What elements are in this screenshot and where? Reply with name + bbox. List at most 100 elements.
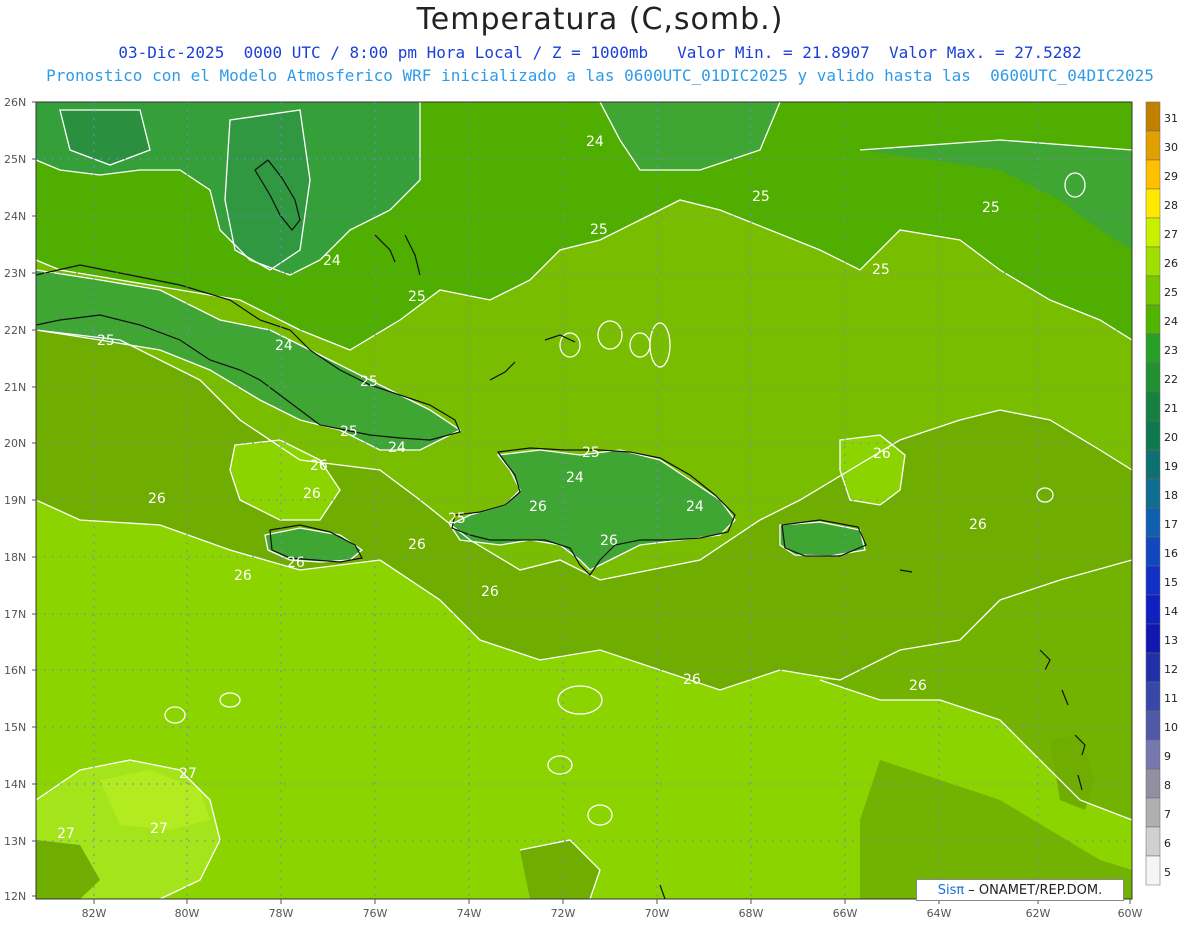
lon-label: 60W	[1118, 907, 1143, 920]
lat-label: 20N	[4, 437, 26, 450]
lon-label: 68W	[739, 907, 764, 920]
colorbar-swatch	[1145, 478, 1161, 509]
colorbar-label: 13	[1164, 634, 1178, 647]
lat-label: 13N	[4, 835, 26, 848]
lon-label: 82W	[82, 907, 107, 920]
colorbar-label: 16	[1164, 547, 1178, 560]
contour-label: 24	[586, 134, 604, 150]
lat-label: 23N	[4, 267, 26, 280]
colorbar-label: 28	[1164, 199, 1178, 212]
contour-label: 26	[600, 533, 618, 549]
credit-text: – ONAMET/REP.DOM.	[968, 882, 1103, 898]
colorbar-label: 5	[1164, 866, 1171, 879]
lat-label: 17N	[4, 608, 26, 621]
colorbar-label: 22	[1164, 373, 1178, 386]
contour-label: 26	[969, 517, 987, 533]
colorbar-swatch	[1145, 652, 1161, 683]
colorbar-label: 29	[1164, 170, 1178, 183]
colorbar-label: 14	[1164, 605, 1178, 618]
colorbar-swatch	[1145, 536, 1161, 567]
colorbar-swatch	[1145, 188, 1161, 219]
contour-label: 26	[909, 678, 927, 694]
lat-label: 21N	[4, 381, 26, 394]
colorbar-swatch	[1145, 217, 1161, 248]
colorbar-swatch	[1145, 130, 1161, 161]
colorbar-swatch	[1145, 159, 1161, 190]
colorbar-swatch	[1145, 362, 1161, 393]
colorbar-label: 26	[1164, 257, 1178, 270]
temperature-map: 24 25 25 25 25 24 25 25 24 25 24 26 26 2…	[4, 96, 1178, 920]
contour-label: 25	[752, 189, 770, 205]
lon-axis-labels: 82W 80W 78W 76W 74W 72W 70W 68W 66W 64W …	[82, 907, 1143, 920]
contour-label: 25	[982, 200, 1000, 216]
sispi-logo: Sisπ	[937, 882, 965, 898]
colorbar-swatch	[1145, 507, 1161, 538]
contour-label: 25	[872, 262, 890, 278]
lat-label: 15N	[4, 721, 26, 734]
lon-label: 64W	[927, 907, 952, 920]
colorbar-swatch	[1145, 449, 1161, 480]
lat-label: 19N	[4, 494, 26, 507]
colorbar-swatch	[1145, 565, 1161, 596]
colorbar-swatch	[1145, 420, 1161, 451]
colorbar-label: 23	[1164, 344, 1178, 357]
contour-label: 24	[323, 253, 341, 269]
colorbar-label: 8	[1164, 779, 1171, 792]
contour-label: 27	[179, 766, 197, 782]
lat-label: 25N	[4, 153, 26, 166]
colorbar-label: 9	[1164, 750, 1171, 763]
colorbar-swatch	[1145, 739, 1161, 770]
contour-label: 25	[340, 424, 358, 440]
lat-label: 14N	[4, 778, 26, 791]
contour-label: 25	[590, 222, 608, 238]
contour-label: 26	[683, 672, 701, 688]
lon-label: 72W	[551, 907, 576, 920]
contour-label: 24	[686, 499, 704, 515]
lon-label: 80W	[175, 907, 200, 920]
colorbar-swatch	[1145, 304, 1161, 335]
contour-label: 26	[303, 486, 321, 502]
credit-box: Sisπ – ONAMET/REP.DOM.	[916, 879, 1124, 901]
colorbar-swatch	[1145, 101, 1161, 132]
contour-label: 26	[408, 537, 426, 553]
contour-label: 26	[234, 568, 252, 584]
colorbar-swatch	[1145, 768, 1161, 799]
colorbar-swatch	[1145, 681, 1161, 712]
lon-label: 66W	[833, 907, 858, 920]
contour-label: 25	[97, 333, 115, 349]
contour-label: 26	[287, 555, 305, 571]
colorbar-label: 31	[1164, 112, 1178, 125]
lon-label: 70W	[645, 907, 670, 920]
colorbar-swatch	[1145, 333, 1161, 364]
contour-label: 27	[57, 826, 75, 842]
contour-label: 24	[275, 338, 293, 354]
colorbar-label: 27	[1164, 228, 1178, 241]
lat-label: 18N	[4, 551, 26, 564]
colorbar-label: 21	[1164, 402, 1178, 415]
lat-label: 16N	[4, 664, 26, 677]
lon-label: 74W	[457, 907, 482, 920]
colorbar-swatch	[1145, 710, 1161, 741]
colorbar-label: 20	[1164, 431, 1178, 444]
colorbar-label: 15	[1164, 576, 1178, 589]
lon-label: 76W	[363, 907, 388, 920]
colorbar-swatch	[1145, 855, 1161, 886]
contour-label: 24	[388, 440, 406, 456]
colorbar-label: 24	[1164, 315, 1178, 328]
colorbar-label: 11	[1164, 692, 1178, 705]
colorbar-label: 30	[1164, 141, 1178, 154]
contour-label: 26	[873, 446, 891, 462]
colorbar-swatch	[1145, 797, 1161, 828]
colorbar: 31 30 29 28 27 26 25 24 23 22 21 20 19 18 17 16 15 14 13 12…	[1145, 101, 1178, 886]
colorbar-label: 12	[1164, 663, 1178, 676]
colorbar-label: 10	[1164, 721, 1178, 734]
lon-label: 62W	[1026, 907, 1051, 920]
colorbar-label: 25	[1164, 286, 1178, 299]
lat-label: 12N	[4, 890, 26, 903]
lat-label: 24N	[4, 210, 26, 223]
lat-label: 26N	[4, 96, 26, 109]
contour-label: 26	[310, 458, 328, 474]
colorbar-label: 7	[1164, 808, 1171, 821]
temperature-field	[36, 102, 1132, 899]
contour-label: 24	[566, 470, 584, 486]
